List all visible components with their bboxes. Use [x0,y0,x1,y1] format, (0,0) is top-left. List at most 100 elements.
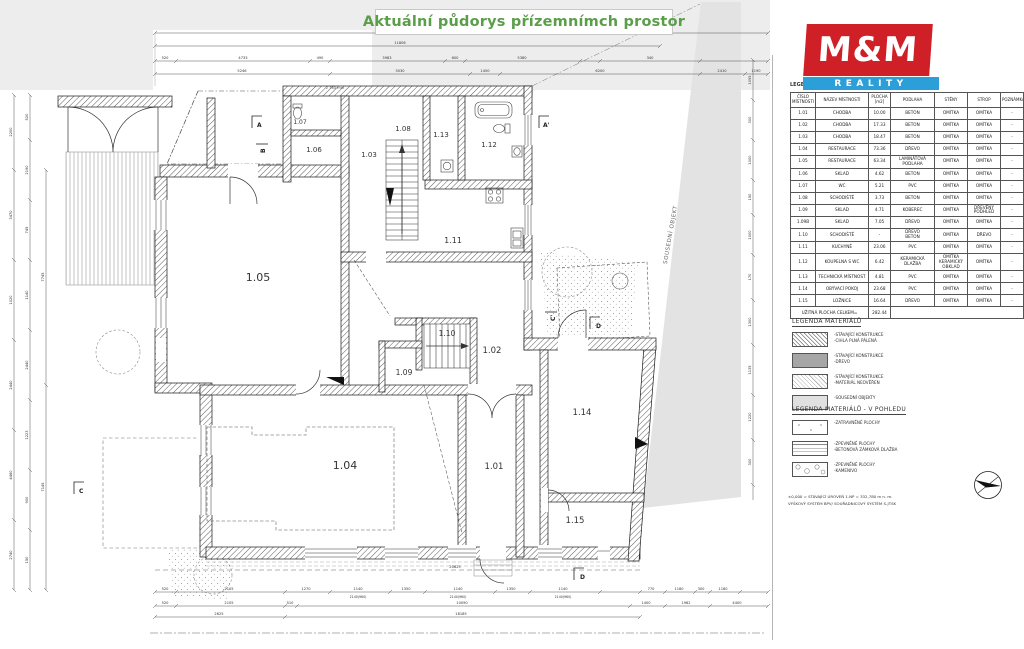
table-cell: OMÍTKA [968,108,1001,120]
table-cell: 23.68 [869,283,891,295]
table-row: 1.12KOUPELNA S WC6.42KERAMICKÁ DLAŽBAOMÍ… [791,253,1024,270]
sink-icon [512,146,522,157]
table-row: 1.15LOŽNICE16.64DŘEVOOMÍTKAOMÍTKA- [791,295,1024,307]
room-labels: 1.05 1.04 1.01 1.02 1.14 1.15 1.11 1.10 … [246,86,592,526]
svg-text:1190: 1190 [751,69,761,73]
table-cell: 1.14 [791,283,816,295]
table-cell: OMÍTKA [968,144,1001,156]
logo-mm-text: M&M [803,24,933,76]
svg-text:1223: 1223 [25,430,29,439]
table-cell: OMÍTKA KERAMICKÝ OBKLAD [935,253,968,270]
svg-text:300: 300 [698,587,706,591]
svg-text:300: 300 [748,116,752,124]
table-cell: 1.11 [791,241,816,253]
svg-text:2105: 2105 [224,601,233,605]
svg-text:7145: 7145 [41,482,45,491]
table-cell: WC [816,180,869,192]
legend-item-label: -ZPEVNĚNÉ PLOCHY-KAMENIVO [834,462,875,473]
table-cell: - [1001,241,1024,253]
legend-materials-title: LEGENDA MATERIÁLŮ [792,318,861,327]
room-label-1-14: 1.14 [573,408,592,418]
column-header: ČÍSLO MÍSTNOSTI [791,93,816,108]
toilet-icon [293,104,302,119]
table-cell: KUCHYNĚ [816,241,869,253]
svg-text:2140(960): 2140(960) [350,595,367,599]
table-row: 1.05RESTAURACE63.34LAMINÁTOVÁ PODLAHAOMÍ… [791,156,1024,169]
table-cell: CHODBA [816,120,869,132]
table-cell: OMÍTKA [935,144,968,156]
svg-text:1000: 1000 [748,230,752,240]
page-title: Aktuální půdorys přízemnímch prostor [363,14,685,30]
room-label-1-10: 1.10 [439,329,456,338]
note-system: VÝŠKOVÝ SYSTÉM BPV/ SOUŘADNICOVÝ SYSTÉM … [788,500,896,507]
table-cell: OMÍTKA [935,295,968,307]
table-cell: TECHNICKÁ MÍSTNOST [816,271,869,283]
table-cell: 1.09 [791,204,816,217]
table-row: 1.03CHODBA18.47BETONOMÍTKAOMÍTKA- [791,132,1024,144]
column-header: PLOCHA [m2] [869,93,891,108]
wood-swatch-icon [792,353,828,368]
table-cell: 4.62 [869,168,891,180]
svg-text:18185: 18185 [455,612,466,616]
table-row: 1.09BSKLAD7.05DŘEVOOMÍTKAOMÍTKA- [791,217,1024,229]
svg-text:7745: 7745 [41,272,45,281]
svg-text:2440: 2440 [25,360,29,370]
table-row: 1.04RESTAURACE73.36DŘEVOOMÍTKAOMÍTKA- [791,144,1024,156]
room-label-1-11: 1.11 [444,236,462,245]
table-cell: BETON [891,108,935,120]
svg-text:900: 900 [25,496,29,504]
svg-text:D: D [580,574,585,581]
table-cell: - [1001,253,1024,270]
table-cell: 10.00 [869,108,891,120]
legend-item: -ZPEVNĚNÉ PLOCHY-KAMENIVO [792,462,897,477]
table-cell: - [1001,180,1024,192]
table-cell: LOŽNICE [816,295,869,307]
table-cell: 1.15 [791,295,816,307]
table-cell: 1.06 [791,168,816,180]
legend-materials-view-items: -ZATRAVNĚNÉ PLOCHY-ZPEVNĚNÉ PLOCHY-BETON… [792,420,897,477]
floor-plan: SOUSEDNÍ OBJEKT [0,0,790,649]
legend-item-label: -ZATRAVNĚNÉ PLOCHY [834,420,880,426]
table-cell: OMÍTKA [968,192,1001,204]
table-cell: OMÍTKA [935,217,968,229]
table-cell: LAMINÁTOVÁ PODLAHA [891,156,935,169]
table-cell: OMÍTKA [968,132,1001,144]
svg-text:2190: 2190 [25,165,29,175]
table-cell: - [869,229,891,242]
bathtub-icon [475,102,512,118]
table-cell: OMÍTKA [935,156,968,169]
table-row: 1.13TECHNICKÁ MÍSTNOST4.81PVCOMÍTKAOMÍTK… [791,271,1024,283]
entrance-double-door [68,107,158,152]
svg-text:340: 340 [647,56,655,60]
svg-text:1450: 1450 [480,69,490,73]
panel-divider [772,55,773,640]
table-cell: SKLAD [816,217,869,229]
table-cell: - [1001,132,1024,144]
mm-reality-logo: M&M REALITY [805,24,939,91]
note-level: ±0,000 = STÁVAJÍCÍ ÚROVEŇ 1.NP = 332,780… [788,493,896,500]
svg-text:520: 520 [25,113,29,121]
table-cell: DŘEVO [891,217,935,229]
svg-text:1270: 1270 [301,587,311,591]
room-label-1-12: 1.12 [481,141,497,149]
room-label-1-06: 1.06 [306,146,322,154]
svg-text:1140: 1140 [353,587,363,591]
table-row: 1.02CHODBA17.33BETONOMÍTKAOMÍTKA- [791,120,1024,132]
table-cell: DŘEVĚNÝ PODHLED [968,204,1001,217]
svg-text:1135: 1135 [748,365,752,374]
canopy-outline [167,91,287,164]
svg-text:C': C' [550,315,557,321]
table-cell: BETON [891,132,935,144]
table-cell: OMÍTKA [968,295,1001,307]
svg-text:1180: 1180 [674,587,684,591]
table-cell: 73.36 [869,144,891,156]
svg-text:745: 745 [25,227,29,234]
column-header: PODLAHA [891,93,935,108]
table-cell: OMÍTKA [968,217,1001,229]
svg-text:2140(960): 2140(960) [450,595,467,599]
table-cell: OMÍTKA [935,120,968,132]
svg-text:520: 520 [162,56,170,60]
svg-text:1000: 1000 [748,155,752,165]
svg-text:150: 150 [748,193,752,201]
legend-item: -STÁVAJÍCÍ KONSTRUKCE-MATERIÁL NEOVĚŘEN [792,374,884,389]
